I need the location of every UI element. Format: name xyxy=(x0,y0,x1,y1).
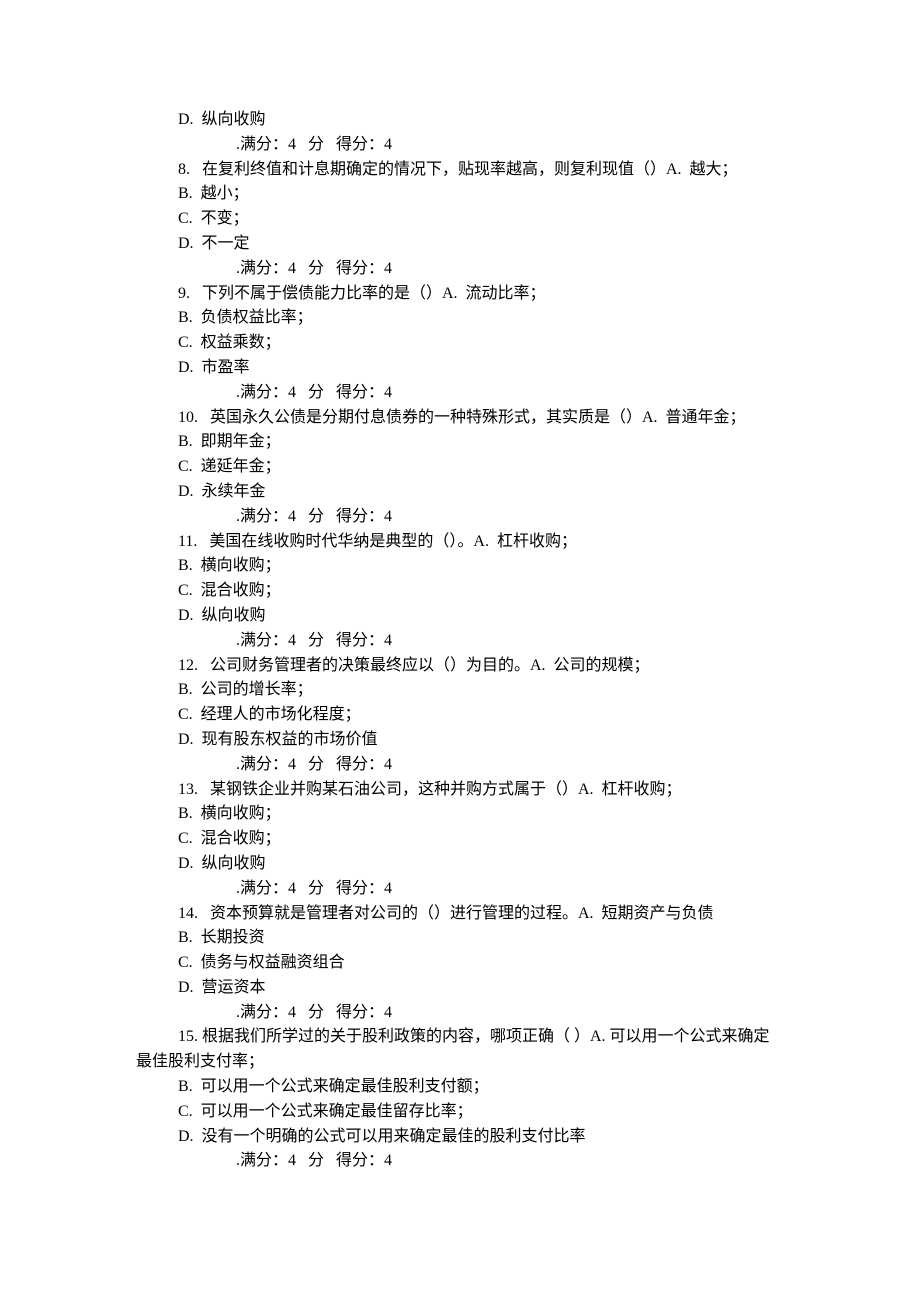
option-text: D. 没有一个明确的公式可以用来确定最佳的股利支付比率 xyxy=(136,1125,784,1150)
question-stem: 13. 某钢铁企业并购某石油公司，这种并购方式属于（）A. 杠杆收购； xyxy=(136,778,784,803)
question-stem: 14. 资本预算就是管理者对公司的（）进行管理的过程。A. 短期资产与负债 xyxy=(136,902,784,927)
score-line: .满分：4 分 得分：4 xyxy=(136,1001,784,1026)
option-text: D. 营运资本 xyxy=(136,976,784,1001)
option-text: B. 可以用一个公式来确定最佳股利支付额； xyxy=(136,1075,784,1100)
option-text: D. 不一定 xyxy=(136,232,784,257)
option-text: C. 混合收购； xyxy=(136,579,784,604)
question-stem: 11. 美国在线收购时代华纳是典型的（）。A. 杠杆收购； xyxy=(136,530,784,555)
score-line: .满分：4 分 得分：4 xyxy=(136,133,784,158)
option-text: D. 市盈率 xyxy=(136,356,784,381)
option-text: B. 越小； xyxy=(136,182,784,207)
score-line: .满分：4 分 得分：4 xyxy=(136,257,784,282)
option-text: D. 纵向收购 xyxy=(136,604,784,629)
question-stem: 15. 根据我们所学过的关于股利政策的内容，哪项正确（ ）A. 可以用一个公式来… xyxy=(136,1025,784,1075)
option-text: C. 不变； xyxy=(136,207,784,232)
option-text: B. 公司的增长率； xyxy=(136,678,784,703)
option-text: C. 混合收购； xyxy=(136,827,784,852)
option-text: B. 横向收购； xyxy=(136,554,784,579)
score-line: .满分：4 分 得分：4 xyxy=(136,753,784,778)
question-stem: 8. 在复利终值和计息期确定的情况下，贴现率越高，则复利现值（）A. 越大； xyxy=(136,158,784,183)
option-text: D. 永续年金 xyxy=(136,480,784,505)
option-text: B. 负债权益比率； xyxy=(136,306,784,331)
option-text: D. 纵向收购 xyxy=(136,852,784,877)
option-text: D. 现有股东权益的市场价值 xyxy=(136,728,784,753)
document-page: D. 纵向收购 .满分：4 分 得分：4 8. 在复利终值和计息期确定的情况下，… xyxy=(0,0,920,1234)
option-text: B. 横向收购； xyxy=(136,802,784,827)
score-line: .满分：4 分 得分：4 xyxy=(136,629,784,654)
question-stem: 10. 英国永久公债是分期付息债券的一种特殊形式，其实质是（）A. 普通年金； xyxy=(136,406,784,431)
option-text: D. 纵向收购 xyxy=(136,108,784,133)
option-text: C. 权益乘数； xyxy=(136,331,784,356)
option-text: C. 债务与权益融资组合 xyxy=(136,951,784,976)
score-line: .满分：4 分 得分：4 xyxy=(136,381,784,406)
option-text: B. 即期年金； xyxy=(136,430,784,455)
question-stem: 9. 下列不属于偿债能力比率的是（）A. 流动比率； xyxy=(136,282,784,307)
question-stem: 12. 公司财务管理者的决策最终应以（）为目的。A. 公司的规模； xyxy=(136,654,784,679)
option-text: C. 递延年金； xyxy=(136,455,784,480)
score-line: .满分：4 分 得分：4 xyxy=(136,505,784,530)
option-text: C. 经理人的市场化程度； xyxy=(136,703,784,728)
score-line: .满分：4 分 得分：4 xyxy=(136,877,784,902)
option-text: C. 可以用一个公式来确定最佳留存比率； xyxy=(136,1100,784,1125)
option-text: B. 长期投资 xyxy=(136,926,784,951)
score-line: .满分：4 分 得分：4 xyxy=(136,1149,784,1174)
